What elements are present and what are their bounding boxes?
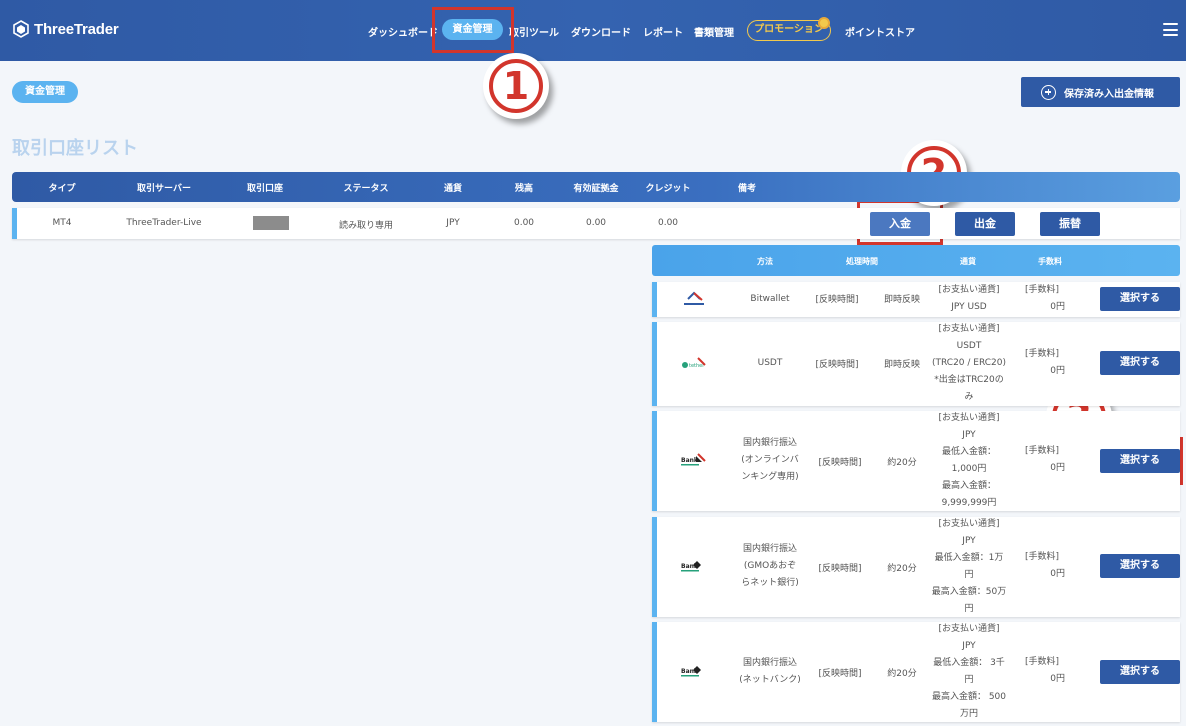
processing-time-value: 即時反映 (883, 295, 921, 305)
processing-time-label: [反映時間] (815, 295, 859, 305)
bank-transfer-logo-icon: Bank (680, 452, 708, 470)
payment-methods-header: 方法 処理時間 通貨 手数料 (652, 245, 1180, 276)
main-nav: ダッシュボード 資金管理 取引ツール ダウンロード レポート 書類管理 プロモー… (0, 0, 1186, 61)
account-type: MT4 (52, 218, 72, 228)
select-button[interactable]: 選択する (1100, 449, 1180, 473)
pm-col-currency: 通貨 (960, 257, 976, 266)
step-1-marker: 1 (483, 53, 549, 119)
processing-time-value: 約20分 (887, 669, 917, 679)
processing-time-value: 即時反映 (883, 360, 921, 370)
payment-currency: [お支払い通貨] JPY USD (938, 285, 1000, 312)
highlight-box-nav (432, 7, 514, 53)
payment-method-row: Bank 国内銀行振込 (ネットバンク) [反映時間] 約20分 [お支払い通貨… (652, 622, 1180, 722)
account-table-header: タイプ 取引サーバー 取引口座 ステータス 通貨 残高 有効証拠金 クレジット … (12, 172, 1180, 202)
payment-fee: [手数料] 0円 (1024, 349, 1065, 376)
page-title: 取引口座リスト (12, 138, 138, 159)
pm-col-method: 方法 (757, 257, 773, 266)
account-currency: JPY (446, 218, 460, 228)
payment-method-row: Bank 国内銀行振込 (オンラインバ ンキング専用) [反映時間] 約20分 … (652, 411, 1180, 511)
select-button[interactable]: 選択する (1100, 351, 1180, 375)
hamburger-menu-icon[interactable] (1163, 23, 1178, 36)
payment-currency: [お支払い通貨] JPY 最低入金額： 1,000円 最高入金額： 9,999,… (938, 413, 1000, 508)
col-header-account: 取引口座 (246, 184, 284, 194)
nav-item-report[interactable]: レポート (643, 24, 683, 39)
account-status: 読み取り専用 (338, 221, 394, 231)
processing-time-label: [反映時間] (818, 458, 862, 468)
payment-fee: [手数料] 0円 (1024, 552, 1065, 579)
account-equity: 0.00 (585, 218, 607, 228)
page-tag: 資金管理 (12, 81, 78, 103)
payment-method-name: 国内銀行振込 (オンラインバ ンキング専用) (741, 438, 799, 482)
processing-time-label: [反映時間] (818, 564, 862, 574)
payment-currency: [お支払い通貨] JPY 最低入金額：1万 円 最高入金額：50万 円 (931, 519, 1007, 614)
account-balance: 0.00 (513, 218, 535, 228)
select-button[interactable]: 選択する (1100, 554, 1180, 578)
payment-fee: [手数料] 0円 (1024, 285, 1065, 312)
top-navigation-bar: ThreeTrader ダッシュボード 資金管理 取引ツール ダウンロード レポ… (0, 0, 1186, 61)
pm-col-processing-time: 処理時間 (846, 257, 878, 266)
col-header-credit: クレジット (645, 184, 691, 194)
payment-method-row: Bank 国内銀行振込 (GMOあおぞ らネット銀行) [反映時間] 約20分 … (652, 517, 1180, 617)
plus-circle-icon (1041, 84, 1056, 100)
masked-account-number (253, 216, 289, 230)
payment-method-name: 国内銀行振込 (ネットバンク) (739, 658, 801, 685)
account-credit: 0.00 (657, 218, 679, 228)
nav-item-download[interactable]: ダウンロード (571, 24, 631, 39)
saved-deposit-withdraw-info-button[interactable]: 保存済み入出金情報 (1021, 77, 1180, 107)
promotion-badge-icon (818, 17, 830, 29)
col-header-equity: 有効証拠金 (573, 184, 619, 194)
payment-method-name: USDT (757, 358, 783, 368)
col-header-balance: 残高 (514, 184, 534, 194)
transfer-button[interactable]: 振替 (1040, 212, 1100, 236)
payment-fee: [手数料] 0円 (1024, 657, 1065, 684)
processing-time-value: 約20分 (887, 564, 917, 574)
nav-item-trading-tools[interactable]: 取引ツール (509, 24, 559, 39)
payment-currency: [お支払い通貨] USDT (TRC20 / ERC20) *出金はTRC20の… (931, 324, 1007, 402)
bank-transfer-logo-icon: Bank (680, 558, 708, 576)
account-server: ThreeTrader-Live (126, 218, 202, 228)
payment-method-row: tether USDT [反映時間] 即時反映 [お支払い通貨] USDT (T… (652, 322, 1180, 406)
nav-item-dashboard[interactable]: ダッシュボード (368, 24, 438, 39)
withdraw-button[interactable]: 出金 (955, 212, 1015, 236)
processing-time-value: 約20分 (887, 458, 917, 468)
processing-time-label: [反映時間] (815, 360, 859, 370)
payment-method-name: Bitwallet (750, 294, 790, 304)
saved-info-label: 保存済み入出金情報 (1064, 88, 1154, 100)
deposit-button[interactable]: 入金 (870, 212, 930, 236)
payment-method-name: 国内銀行振込 (GMOあおぞ らネット銀行) (741, 544, 799, 588)
processing-time-label: [反映時間] (818, 669, 862, 679)
pm-col-fee: 手数料 (1038, 257, 1062, 266)
col-header-type: タイプ (48, 184, 76, 194)
payment-fee: [手数料] 0円 (1024, 446, 1065, 473)
nav-item-point-store[interactable]: ポイントストア (845, 24, 915, 39)
col-header-currency: 通貨 (443, 184, 463, 194)
bitwallet-logo-icon (680, 290, 708, 308)
tether-logo-icon: tether (680, 355, 708, 373)
col-header-server: 取引サーバー (137, 184, 191, 194)
select-button[interactable]: 選択する (1100, 660, 1180, 684)
payment-currency: [お支払い通貨] JPY 最低入金額： 3千 円 最高入金額： 500 万円 (931, 624, 1007, 719)
col-header-notes: 備考 (737, 184, 757, 194)
col-header-status: ステータス (343, 184, 389, 194)
select-button[interactable]: 選択する (1100, 287, 1180, 311)
payment-method-row: Bitwallet [反映時間] 即時反映 [お支払い通貨] JPY USD [手… (652, 282, 1180, 317)
nav-item-documents[interactable]: 書類管理 (694, 24, 734, 39)
bank-transfer-logo-icon: Bank (680, 663, 708, 681)
